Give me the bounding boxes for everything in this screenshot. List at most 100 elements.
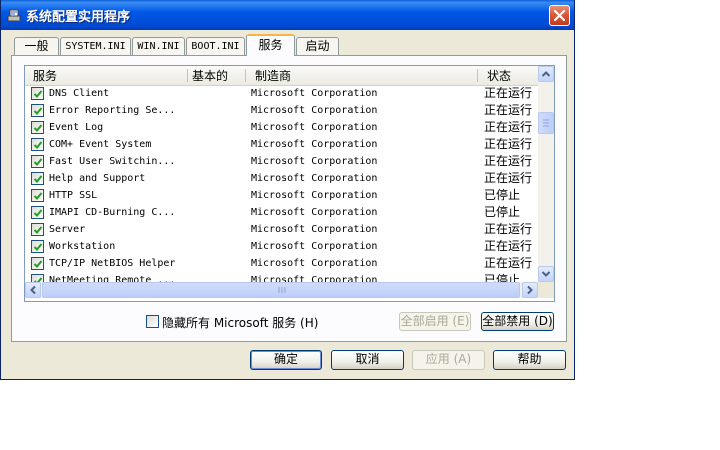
column-header-essential[interactable]: 基本的 xyxy=(192,68,228,84)
service-checkbox[interactable] xyxy=(31,155,44,168)
service-manufacturer: Microsoft Corporation xyxy=(251,88,378,99)
msconfig-app-icon xyxy=(6,7,22,23)
cancel-button[interactable]: 取消 xyxy=(331,350,404,370)
service-row[interactable]: HTTP SSL Microsoft Corporation 已停止 xyxy=(25,187,538,204)
service-checkbox[interactable] xyxy=(31,138,44,151)
title-bar[interactable]: 系统配置实用程序 xyxy=(1,0,574,30)
service-status: 正在运行 xyxy=(484,137,533,151)
service-name: Workstation xyxy=(49,241,116,252)
service-checkbox[interactable] xyxy=(31,121,44,134)
service-manufacturer: Microsoft Corporation xyxy=(251,139,378,150)
hide-microsoft-services-label[interactable]: 隐藏所有 Microsoft 服务 (H) xyxy=(162,314,318,331)
tab-startup[interactable]: 启动 xyxy=(296,37,339,56)
service-status: 正在运行 xyxy=(484,171,533,185)
service-manufacturer: Microsoft Corporation xyxy=(251,207,378,218)
close-button[interactable] xyxy=(549,5,570,26)
service-status: 正在运行 xyxy=(484,154,533,168)
service-row[interactable]: Help and Support Microsoft Corporation 正在运… xyxy=(25,170,538,187)
service-name: Event Log xyxy=(49,122,104,133)
scroll-down-button[interactable] xyxy=(538,266,554,282)
ok-button[interactable]: 确定 xyxy=(250,350,322,370)
disable-all-button[interactable]: 全部禁用 (D) xyxy=(481,312,554,331)
service-row[interactable]: NetMeeting Remote ... Microsoft Corporati… xyxy=(25,272,538,282)
hide-microsoft-services-checkbox[interactable] xyxy=(146,315,159,328)
services-panel: 服务 基本的 制造商 状态 DNS Client Microsoft Corpor… xyxy=(11,55,567,342)
checkmark-icon xyxy=(33,156,43,170)
checkmark-icon xyxy=(33,224,43,238)
vertical-scrollbar[interactable] xyxy=(538,66,554,282)
service-row[interactable]: COM+ Event System Microsoft Corporation 正在… xyxy=(25,136,538,153)
service-status: 已停止 xyxy=(484,205,521,219)
scroll-up-button[interactable] xyxy=(538,66,554,82)
services-list[interactable]: 服务 基本的 制造商 状态 DNS Client Microsoft Corpor… xyxy=(24,65,555,302)
scroll-right-button[interactable] xyxy=(522,282,538,298)
column-header-status[interactable]: 状态 xyxy=(487,68,511,84)
service-manufacturer: Microsoft Corporation xyxy=(251,190,378,201)
checkmark-icon xyxy=(33,122,43,136)
service-manufacturer: Microsoft Corporation xyxy=(251,258,378,269)
service-checkbox[interactable] xyxy=(31,172,44,185)
list-header: 服务 基本的 制造商 状态 xyxy=(25,66,538,86)
service-row[interactable]: Error Reporting Se... Microsoft Corporati… xyxy=(25,102,538,119)
service-manufacturer: Microsoft Corporation xyxy=(251,122,378,133)
scroll-left-button[interactable] xyxy=(25,282,41,298)
service-name: Error Reporting Se... xyxy=(49,105,176,116)
column-header-manufacturer[interactable]: 制造商 xyxy=(255,68,291,84)
service-row[interactable]: Event Log Microsoft Corporation 正在运行 xyxy=(25,119,538,136)
service-row[interactable]: Workstation Microsoft Corporation 正在运行 xyxy=(25,238,538,255)
vertical-scroll-thumb[interactable] xyxy=(538,112,554,134)
help-button[interactable]: 帮助 xyxy=(493,350,566,370)
list-rows: DNS Client Microsoft Corporation 正在运行 Error… xyxy=(25,85,538,282)
service-status: 正在运行 xyxy=(484,86,533,100)
checkmark-icon xyxy=(33,190,43,204)
service-checkbox[interactable] xyxy=(31,223,44,236)
checkmark-icon xyxy=(33,241,43,255)
service-checkbox[interactable] xyxy=(31,189,44,202)
service-checkbox[interactable] xyxy=(31,257,44,270)
service-checkbox[interactable] xyxy=(31,104,44,117)
service-name: Help and Support xyxy=(49,173,146,184)
horizontal-scrollbar[interactable] xyxy=(25,282,538,298)
service-checkbox[interactable] xyxy=(31,87,44,100)
tab-system-ini[interactable]: SYSTEM.INI xyxy=(60,37,131,56)
service-name: HTTP SSL xyxy=(49,190,98,201)
checkmark-icon xyxy=(33,275,43,282)
service-row[interactable]: DNS Client Microsoft Corporation 正在运行 xyxy=(25,85,538,102)
tab-boot-ini[interactable]: BOOT.INI xyxy=(186,37,245,56)
horizontal-scroll-thumb[interactable] xyxy=(42,282,520,298)
service-status: 正在运行 xyxy=(484,120,533,134)
column-separator[interactable] xyxy=(187,69,188,82)
tab-services[interactable]: 服务 xyxy=(246,34,295,56)
service-row[interactable]: Server Microsoft Corporation 正在运行 xyxy=(25,221,538,238)
service-name: COM+ Event System xyxy=(49,139,152,150)
service-manufacturer: Microsoft Corporation xyxy=(251,173,378,184)
service-checkbox[interactable] xyxy=(31,206,44,219)
window-title: 系统配置实用程序 xyxy=(26,10,131,25)
service-name: NetMeeting Remote ... xyxy=(49,275,176,282)
service-status: 正在运行 xyxy=(484,239,533,253)
checkmark-icon xyxy=(33,105,43,119)
service-row[interactable]: TCP/IP NetBIOS Helper Microsoft Corporati… xyxy=(25,255,538,272)
apply-button[interactable]: 应用 (A) xyxy=(412,350,485,370)
service-row[interactable]: Fast User Switchin... Microsoft Corporati… xyxy=(25,153,538,170)
service-name: Fast User Switchin... xyxy=(49,156,176,167)
checkmark-icon xyxy=(33,173,43,187)
service-name: DNS Client xyxy=(49,88,110,99)
column-header-service[interactable]: 服务 xyxy=(33,68,57,84)
service-checkbox[interactable] xyxy=(31,274,44,282)
service-status: 已停止 xyxy=(484,188,521,202)
column-separator[interactable] xyxy=(477,69,478,82)
tab-general[interactable]: 一般 xyxy=(14,37,59,56)
column-separator[interactable] xyxy=(245,69,246,82)
enable-all-button[interactable]: 全部启用 (E) xyxy=(399,312,471,331)
service-row[interactable]: IMAPI CD-Burning C... Microsoft Corporati… xyxy=(25,204,538,221)
scrollbar-corner xyxy=(538,282,554,298)
tab-win-ini[interactable]: WIN.INI xyxy=(132,37,185,56)
checkmark-icon xyxy=(33,88,43,102)
system-config-dialog: 系统配置实用程序 一般 SYSTEM.INI WIN.INI BOOT.INI … xyxy=(0,0,575,380)
service-status: 已停止 xyxy=(484,273,521,282)
service-name: IMAPI CD-Burning C... xyxy=(49,207,176,218)
service-name: Server xyxy=(49,224,86,235)
service-name: TCP/IP NetBIOS Helper xyxy=(49,258,176,269)
service-checkbox[interactable] xyxy=(31,240,44,253)
